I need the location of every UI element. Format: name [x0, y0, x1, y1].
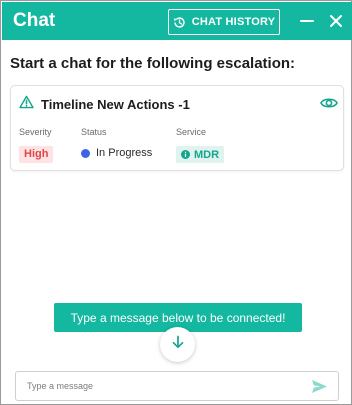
close-icon[interactable] [327, 12, 345, 30]
chat-history-button[interactable]: CHAT HISTORY [168, 9, 280, 35]
page-heading: Start a chat for the following escalatio… [10, 55, 296, 72]
status-dot-icon [81, 148, 90, 158]
arrow-down-icon [170, 334, 186, 355]
severity-label: Severity [19, 127, 52, 137]
minimize-icon[interactable] [298, 12, 316, 30]
status-value: In Progress [81, 147, 152, 159]
eye-icon[interactable] [320, 96, 338, 115]
warning-icon [19, 95, 34, 114]
escalation-title-row: Timeline New Actions -1 [19, 95, 190, 114]
chat-header: Chat CHAT HISTORY [2, 2, 352, 40]
scroll-down-button[interactable] [160, 327, 195, 362]
chat-history-label: CHAT HISTORY [191, 16, 276, 28]
status-label: Status [81, 127, 107, 137]
message-input-container [15, 371, 339, 401]
service-text: MDR [194, 148, 220, 161]
escalation-card: Timeline New Actions -1 Severity Status … [10, 85, 344, 171]
escalation-title: Timeline New Actions -1 [41, 97, 190, 112]
service-label: Service [176, 127, 207, 137]
info-icon [181, 150, 190, 159]
status-text: In Progress [96, 147, 153, 159]
send-icon[interactable] [311, 379, 328, 399]
chat-title: Chat [13, 10, 56, 31]
service-badge: MDR [176, 146, 225, 163]
history-icon [173, 16, 186, 29]
severity-badge: High [19, 146, 54, 163]
message-input[interactable] [16, 372, 304, 400]
chat-window: Chat CHAT HISTORY Start a chat for the f… [0, 0, 352, 405]
